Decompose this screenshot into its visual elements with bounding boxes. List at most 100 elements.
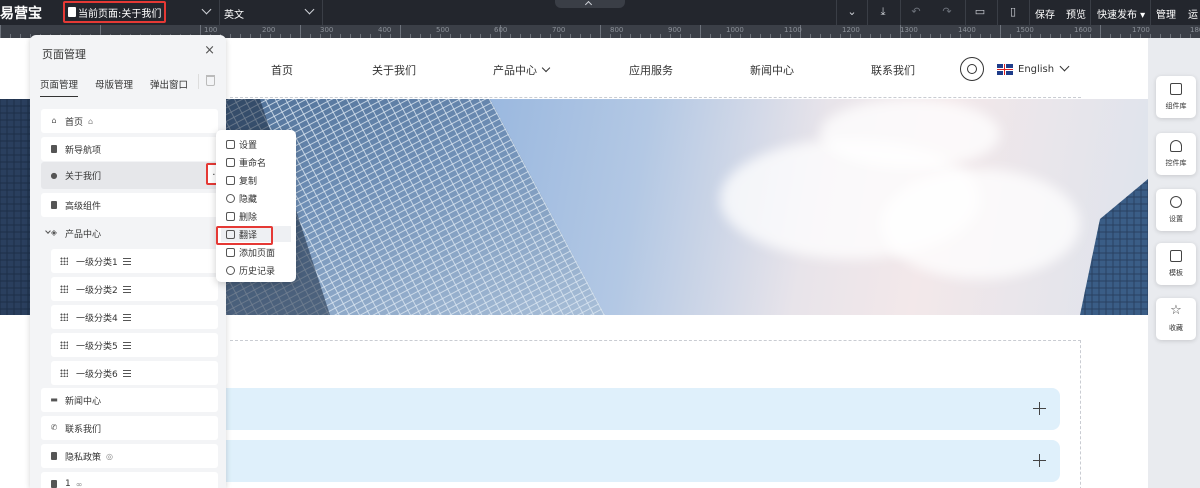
tab-master-management[interactable]: 母版管理 xyxy=(95,77,133,91)
page-node-advanced[interactable]: 高级组件 xyxy=(41,193,218,217)
tool-label: 收藏 xyxy=(1169,324,1183,332)
history-icon xyxy=(226,265,235,275)
page-node-contact[interactable]: ✆ 联系我们 xyxy=(41,416,218,440)
gear-icon xyxy=(1170,196,1182,208)
search-icon[interactable] xyxy=(960,57,984,81)
menu-item-rename[interactable]: 重命名 xyxy=(221,154,291,170)
drag-handle-icon[interactable] xyxy=(60,313,68,321)
divider xyxy=(1150,0,1151,25)
drag-handle-icon[interactable] xyxy=(60,285,68,293)
list-icon xyxy=(122,257,131,265)
run-button[interactable]: 运 xyxy=(1188,6,1198,21)
page-node-home[interactable]: ⌂ 首页 ⌂ xyxy=(41,109,218,133)
app-logo: 易营宝 xyxy=(0,6,42,22)
trash-icon[interactable] xyxy=(206,75,215,86)
star-icon: ☆ xyxy=(1170,303,1182,318)
menu-item-history[interactable]: 历史记录 xyxy=(221,262,291,278)
ruler-tick xyxy=(400,25,401,38)
save-button[interactable]: 保存 xyxy=(1035,6,1055,21)
list-icon xyxy=(122,313,131,321)
ruler-tick xyxy=(1100,25,1101,38)
page-node-about[interactable]: ● 关于我们 ... xyxy=(41,162,226,189)
quick-publish-button[interactable]: 快速发布 ▾ xyxy=(1097,6,1145,21)
page-node-products[interactable]: ◈ 产品中心 xyxy=(41,221,218,245)
divider xyxy=(867,0,868,25)
ruler-label: 200 xyxy=(262,26,276,34)
preview-button[interactable]: 预览 xyxy=(1066,6,1086,21)
ruler-tick xyxy=(1190,34,1191,38)
tab-page-management[interactable]: 页面管理 xyxy=(40,77,79,97)
chevron-down-icon xyxy=(541,63,551,73)
language-select[interactable]: 英文 xyxy=(224,6,244,21)
site-nav-products[interactable]: 产品中心 xyxy=(493,62,551,78)
site-nav-services[interactable]: 应用服务 xyxy=(629,62,673,78)
close-icon[interactable]: × xyxy=(204,43,215,58)
document-icon xyxy=(51,201,57,209)
menu-item-settings[interactable]: 设置 xyxy=(221,136,291,152)
page-node-category-2[interactable]: 一级分类2 xyxy=(51,277,218,301)
page-node-1[interactable]: 1 ∞ xyxy=(41,472,218,488)
chevron-down-icon[interactable] xyxy=(201,4,212,15)
page-node-label: 产品中心 xyxy=(65,229,102,240)
page-node-nav[interactable]: 新导航项 xyxy=(41,137,218,161)
site-navigation[interactable]: 首页 关于我们 产品中心 应用服务 新闻中心 联系我们 English xyxy=(230,38,1081,98)
document-icon xyxy=(51,480,57,488)
panel-header: 页面管理 × xyxy=(30,35,226,68)
current-page-select[interactable]: 当前页面:关于我们 xyxy=(63,1,166,23)
site-nav-contact[interactable]: 联系我们 xyxy=(871,62,915,78)
drag-handle-icon[interactable] xyxy=(60,369,68,377)
page-node-category-5[interactable]: 一级分类5 xyxy=(51,333,218,357)
manage-button[interactable]: 管理 xyxy=(1156,6,1176,21)
redo-icon[interactable]: ↷ xyxy=(940,5,954,19)
page-node-category-4[interactable]: 一级分类4 xyxy=(51,305,218,329)
desktop-icon[interactable]: ▭ xyxy=(973,5,987,19)
plus-icon[interactable] xyxy=(1033,454,1046,467)
mobile-icon[interactable]: ▯ xyxy=(1006,5,1020,19)
panel-tabs: 页面管理 母版管理 弹出窗口 xyxy=(30,68,226,97)
undo-icon[interactable]: ↶ xyxy=(909,5,923,19)
accordion-item[interactable] xyxy=(210,440,1060,482)
eye-off-icon xyxy=(226,193,235,203)
ruler-tick xyxy=(1160,34,1161,38)
template-button[interactable]: 模板 xyxy=(1156,243,1196,285)
ruler-label: 600 xyxy=(494,26,508,34)
page-node-label: 高级组件 xyxy=(65,201,102,212)
menu-item-add-page[interactable]: 添加页面 xyxy=(221,244,291,260)
settings-button[interactable]: 设置 xyxy=(1156,189,1196,231)
ruler-label: 1100 xyxy=(784,26,802,34)
plus-icon[interactable] xyxy=(1033,402,1046,415)
ruler-label: 800 xyxy=(610,26,624,34)
favorites-button[interactable]: ☆ 收藏 xyxy=(1156,298,1196,340)
menu-item-hide[interactable]: 隐藏 xyxy=(221,190,291,206)
chevron-down-icon[interactable] xyxy=(304,4,315,15)
chevron-down-icon[interactable] xyxy=(1059,61,1070,72)
menu-item-label: 历史记录 xyxy=(239,266,276,277)
component-library-button[interactable]: 组件库 xyxy=(1156,76,1196,118)
menu-item-delete[interactable]: 删除 xyxy=(221,208,291,224)
page-node-category-1[interactable]: 一级分类1 xyxy=(51,249,218,273)
tab-popup-window[interactable]: 弹出窗口 xyxy=(150,77,188,91)
ruler-tick xyxy=(1000,25,1001,38)
site-language-label[interactable]: English xyxy=(1018,64,1054,75)
site-nav-news[interactable]: 新闻中心 xyxy=(750,62,794,78)
collapse-toolbar-tab[interactable] xyxy=(555,0,625,9)
divider xyxy=(997,0,998,25)
site-nav-products-label: 产品中心 xyxy=(493,64,537,77)
accordion-item[interactable] xyxy=(210,388,1060,430)
homepage-icon: ⌂ xyxy=(88,116,94,126)
ruler-label: 1000 xyxy=(726,26,744,34)
page-node-news[interactable]: ▬ 新闻中心 xyxy=(41,388,218,412)
align-bottom-icon[interactable]: ⤓ xyxy=(876,5,890,19)
page-node-category-6[interactable]: 一级分类6 xyxy=(51,361,218,385)
drag-handle-icon[interactable] xyxy=(60,257,68,265)
list-icon xyxy=(122,369,131,377)
tool-label: 组件库 xyxy=(1165,102,1187,110)
site-nav-about[interactable]: 关于我们 xyxy=(372,62,416,78)
menu-item-copy[interactable]: 复制 xyxy=(221,172,291,188)
page-node-privacy[interactable]: 隐私政策 ◎ xyxy=(41,444,218,468)
drag-handle-icon[interactable] xyxy=(60,341,68,349)
control-library-button[interactable]: 控件库 xyxy=(1156,133,1196,175)
chevron-collapse-icon[interactable]: ⌄ xyxy=(845,5,859,19)
ruler-label: 1500 xyxy=(1016,26,1034,34)
site-nav-home[interactable]: 首页 xyxy=(271,62,293,78)
